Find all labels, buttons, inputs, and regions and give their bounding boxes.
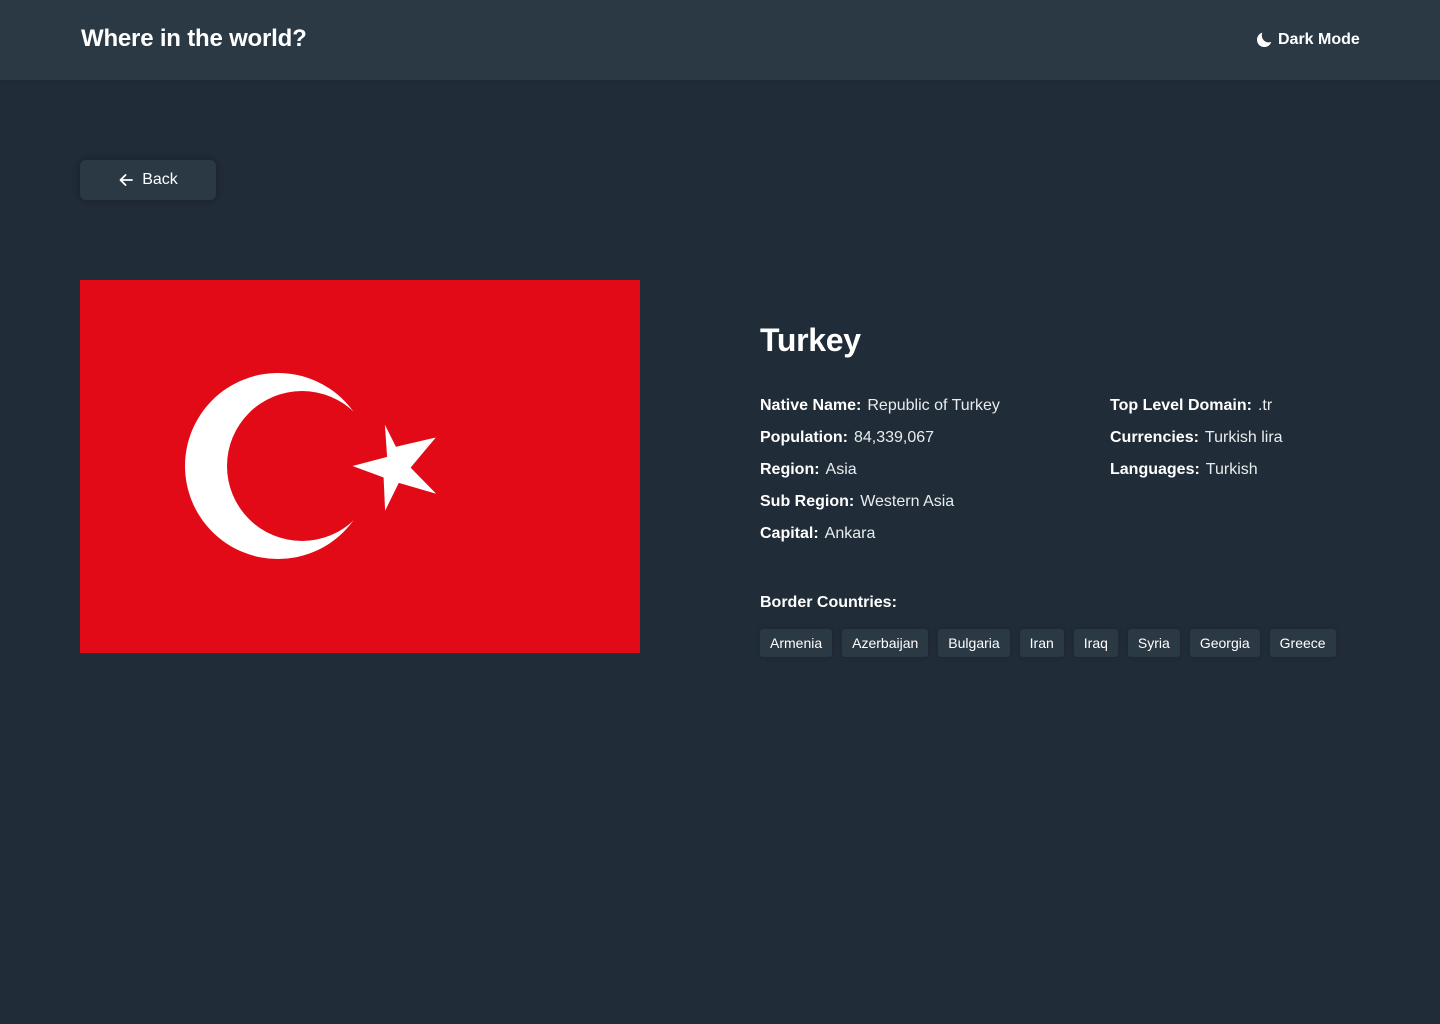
dark-mode-label: Dark Mode xyxy=(1278,31,1360,48)
border-country-button[interactable]: Greece xyxy=(1269,629,1336,657)
dark-mode-toggle[interactable]: Dark Mode xyxy=(1256,28,1360,52)
detail-top-level-domain: Top Level Domain: .tr xyxy=(1110,390,1410,422)
border-countries-label: Border Countries: xyxy=(760,594,897,611)
detail-languages: Languages: Turkish xyxy=(1110,454,1410,486)
border-country-button[interactable]: Iran xyxy=(1019,629,1064,657)
detail-key: Region: xyxy=(760,461,820,478)
details-right: Top Level Domain: .tr Currencies: Turkis… xyxy=(1110,390,1410,486)
detail-key: Top Level Domain: xyxy=(1110,397,1252,414)
detail-key: Capital: xyxy=(760,525,819,542)
details-left: Native Name: Republic of Turkey Populati… xyxy=(760,390,1100,550)
detail-key: Sub Region: xyxy=(760,493,855,510)
border-country-button[interactable]: Armenia xyxy=(760,629,833,657)
detail-value: .tr xyxy=(1257,397,1273,414)
detail-value: Ankara xyxy=(824,525,876,542)
app-title[interactable]: Where in the world? xyxy=(81,24,307,54)
detail-value: Turkish lira xyxy=(1204,429,1283,446)
detail-value: Western Asia xyxy=(860,493,955,510)
detail-population: Population: 84,339,067 xyxy=(760,422,1100,454)
moon-icon xyxy=(1257,32,1272,47)
detail-native-name: Native Name: Republic of Turkey xyxy=(760,390,1100,422)
detail-key: Population: xyxy=(760,429,848,446)
border-country-button[interactable]: Bulgaria xyxy=(938,629,1010,657)
border-countries-list: Armenia Azerbaijan Bulgaria Iran Iraq Sy… xyxy=(760,629,1336,657)
detail-key: Languages: xyxy=(1110,461,1200,478)
border-country-button[interactable]: Georgia xyxy=(1189,629,1260,657)
detail-value: Republic of Turkey xyxy=(867,397,1000,414)
country-name: Turkey xyxy=(760,322,861,358)
detail-key: Currencies: xyxy=(1110,429,1199,446)
border-country-button[interactable]: Azerbaijan xyxy=(842,629,929,657)
detail-currencies: Currencies: Turkish lira xyxy=(1110,422,1410,454)
detail-capital: Capital: Ankara xyxy=(760,518,1100,550)
detail-sub-region: Sub Region: Western Asia xyxy=(760,486,1100,518)
detail-value: Turkish xyxy=(1205,461,1258,478)
back-label: Back xyxy=(142,171,178,188)
border-country-button[interactable]: Syria xyxy=(1127,629,1180,657)
detail-value: 84,339,067 xyxy=(853,429,935,446)
back-button[interactable]: Back xyxy=(80,160,216,200)
arrow-left-icon xyxy=(119,174,134,186)
detail-region: Region: Asia xyxy=(760,454,1100,486)
detail-key: Native Name: xyxy=(760,397,862,414)
detail-value: Asia xyxy=(825,461,857,478)
country-flag xyxy=(80,280,640,653)
top-header: Where in the world? Dark Mode xyxy=(0,0,1440,80)
border-country-button[interactable]: Iraq xyxy=(1073,629,1118,657)
